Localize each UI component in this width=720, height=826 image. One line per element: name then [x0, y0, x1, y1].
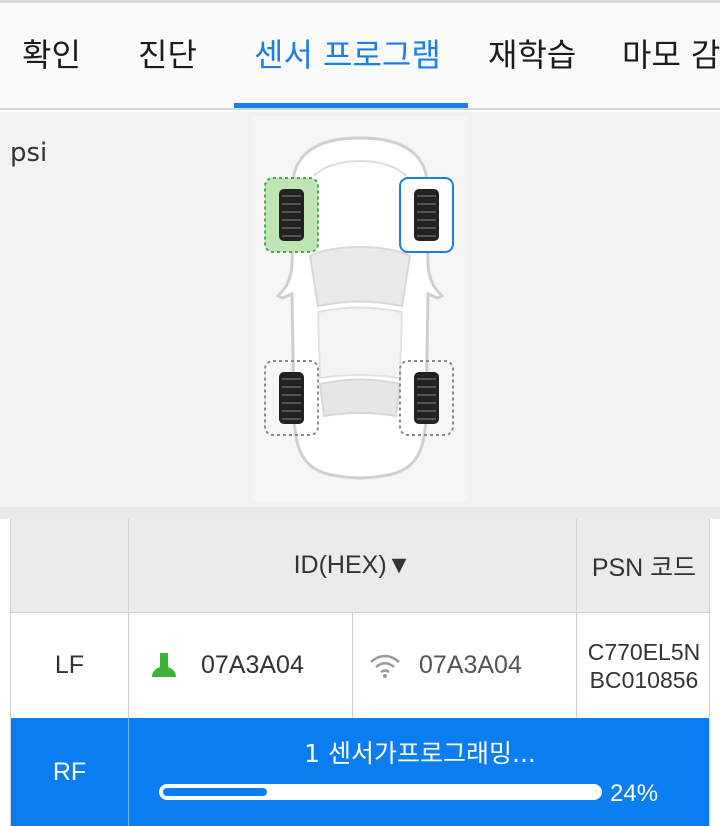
car-diagram — [252, 116, 468, 502]
wifi-signal-icon — [370, 654, 400, 678]
programming-progress-bar — [159, 784, 602, 800]
programming-status-text: 1 센서가프로그래밍... — [304, 739, 536, 768]
row-rf-selected[interactable]: RF 1 센서가프로그래밍... 24% — [11, 718, 709, 826]
tpms-sensor-icon — [152, 652, 176, 677]
tab-bar: 확인 진단 센서 프로그램 재학습 마모 감 — [0, 3, 720, 110]
sensor-table: ID(HEX)▼ PSN 코드 LF 07A3A04 07A3A04 C770E… — [10, 519, 710, 826]
wheel-rf[interactable] — [399, 177, 454, 253]
header-psn-code: PSN 코드 — [577, 519, 709, 612]
row-lf-wireless-id-cell[interactable]: 07A3A04 — [353, 613, 576, 718]
section-divider — [0, 507, 720, 519]
tab-tread-wear[interactable]: 마모 감 — [622, 3, 720, 108]
tab-check[interactable]: 확인 — [22, 3, 81, 108]
vehicle-panel: psi — [0, 112, 720, 507]
tab-sensor-program[interactable]: 센서 프로그램 — [254, 3, 441, 108]
row-lf-sensor-id: 07A3A04 — [201, 651, 304, 679]
row-lf-psn-line2: BC010856 — [589, 666, 699, 693]
programming-progress-percent: 24% — [610, 780, 659, 807]
tab-relearn[interactable]: 재학습 — [488, 3, 576, 108]
header-position-cell — [11, 519, 128, 612]
tab-diagnosis[interactable]: 진단 — [138, 3, 197, 108]
programming-progress-fill — [163, 788, 267, 796]
pressure-unit-label: psi — [10, 138, 48, 168]
col-divider — [576, 519, 577, 718]
wheel-lf[interactable] — [264, 177, 319, 253]
row-lf-wireless-id: 07A3A04 — [419, 651, 522, 679]
active-tab-indicator — [234, 103, 468, 108]
header-id-hex[interactable]: ID(HEX)▼ — [129, 519, 576, 612]
row-lf-position[interactable]: LF — [11, 613, 128, 718]
row-lf-psn-cell[interactable]: C770EL5N BC010856 — [577, 613, 709, 718]
row-rf-position[interactable]: RF — [11, 718, 128, 826]
col-divider — [352, 613, 353, 718]
row-lf-sensor-id-cell[interactable]: 07A3A04 — [129, 613, 352, 718]
row-lf-psn-line1: C770EL5N — [587, 638, 701, 665]
col-divider — [128, 519, 129, 718]
